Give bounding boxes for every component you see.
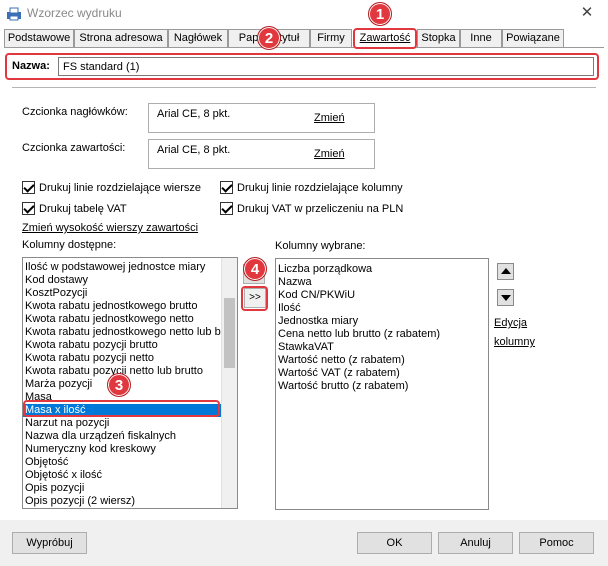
list-item[interactable]: Kwota rabatu pozycji netto bbox=[23, 352, 237, 365]
checkbox-label: Drukuj VAT w przeliczeniu na PLN bbox=[237, 202, 404, 215]
list-item[interactable]: Wartość brutto (z rabatem) bbox=[276, 380, 488, 393]
list-item[interactable]: Opis pozycji (2 wiersz) bbox=[23, 495, 237, 508]
checkbox[interactable] bbox=[220, 202, 233, 215]
chosen-columns-list[interactable]: Liczba porządkowa Nazwa Kod CN/PKWiU Ilo… bbox=[275, 258, 489, 510]
try-button[interactable]: Wypróbuj bbox=[12, 532, 87, 554]
checkbox-label: Drukuj linie rozdzielające kolumny bbox=[237, 181, 403, 194]
list-item[interactable]: KosztPozycji bbox=[23, 287, 237, 300]
header-font-value: Arial CE, 8 pkt. bbox=[157, 108, 231, 120]
list-item[interactable]: Liczba porządkowa bbox=[276, 263, 488, 276]
scrollbar-thumb[interactable] bbox=[224, 298, 235, 368]
list-item[interactable]: Wartość VAT (z rabatem) bbox=[276, 367, 488, 380]
triangle-up-icon bbox=[500, 268, 511, 274]
tab-podstawowe[interactable]: Podstawowe bbox=[4, 29, 74, 47]
selected-item-highlight bbox=[23, 400, 220, 417]
checkbox-label: Drukuj tabelę VAT bbox=[39, 202, 127, 215]
checkbox[interactable] bbox=[22, 202, 35, 215]
content-font-change-link[interactable]: Zmień bbox=[314, 148, 345, 160]
list-item[interactable]: Objętość x ilość bbox=[23, 469, 237, 482]
list-item[interactable]: Ilość w podstawowej jednostce miary bbox=[23, 261, 237, 274]
list-item[interactable]: Numeryczny kod kreskowy bbox=[23, 443, 237, 456]
list-item[interactable]: StawkaVAT bbox=[276, 341, 488, 354]
tab-strona-adresowa[interactable]: Strona adresowa bbox=[74, 29, 168, 47]
tab-inne[interactable]: Inne bbox=[460, 29, 502, 47]
tab-stopka[interactable]: Stopka bbox=[417, 29, 460, 47]
tab-firmy[interactable]: Firmy bbox=[310, 29, 352, 47]
tab-strip: Podstawowe Strona adresowa Nagłówek Papi… bbox=[4, 28, 604, 49]
list-item[interactable]: Objętość bbox=[23, 456, 237, 469]
close-icon[interactable]: ✕ bbox=[574, 2, 600, 24]
list-item[interactable]: Ilość bbox=[276, 302, 488, 315]
content-font-label: Czcionka zawartości: bbox=[22, 142, 126, 154]
move-down-button[interactable] bbox=[497, 289, 514, 306]
checkbox[interactable] bbox=[22, 181, 35, 194]
header-font-label: Czcionka nagłówków: bbox=[22, 106, 128, 118]
help-button[interactable]: Pomoc bbox=[519, 532, 594, 554]
checkbox-vat-pln[interactable]: Drukuj VAT w przeliczeniu na PLN bbox=[220, 202, 403, 215]
checkbox-row-lines[interactable]: Drukuj linie rozdzielające wiersze bbox=[22, 181, 201, 194]
header-font-box: Arial CE, 8 pkt. Zmień bbox=[148, 103, 375, 133]
checkbox-column-lines[interactable]: Drukuj linie rozdzielające kolumny bbox=[220, 181, 403, 194]
cancel-button[interactable]: Anuluj bbox=[438, 532, 513, 554]
window-title: Wzorzec wydruku bbox=[27, 6, 122, 20]
list-item[interactable]: Kod CN/PKWiU bbox=[276, 289, 488, 302]
list-item[interactable]: Jednostka miary bbox=[276, 315, 488, 328]
callout-badge-1: 1 bbox=[368, 2, 392, 26]
list-item[interactable]: Kwota rabatu pozycji netto lub brutto bbox=[23, 365, 237, 378]
ok-button[interactable]: OK bbox=[357, 532, 432, 554]
checkbox-vat-table[interactable]: Drukuj tabelę VAT bbox=[22, 202, 127, 215]
content-font-box: Arial CE, 8 pkt. Zmień bbox=[148, 139, 375, 169]
list-item[interactable]: Kod dostawy bbox=[23, 274, 237, 287]
edit-column-link-line1[interactable]: Edycja bbox=[494, 317, 527, 329]
name-label: Nazwa: bbox=[12, 60, 50, 72]
name-input[interactable] bbox=[58, 57, 594, 76]
list-item[interactable]: Nazwa dla urządzeń fiskalnych bbox=[23, 430, 237, 443]
list-item[interactable]: Wartość netto (z rabatem) bbox=[276, 354, 488, 367]
chosen-columns-label: Kolumny wybrane: bbox=[275, 240, 366, 252]
list-item[interactable]: Nazwa bbox=[276, 276, 488, 289]
header-font-change-link[interactable]: Zmień bbox=[314, 112, 345, 124]
tab-zawartosc[interactable]: Zawartość bbox=[353, 28, 417, 49]
content-font-value: Arial CE, 8 pkt. bbox=[157, 144, 231, 156]
checkbox[interactable] bbox=[220, 181, 233, 194]
list-item[interactable]: Cena netto lub brutto (z rabatem) bbox=[276, 328, 488, 341]
callout-badge-3: 3 bbox=[107, 373, 131, 397]
scrollbar[interactable] bbox=[221, 258, 237, 508]
list-item[interactable]: Kwota rabatu jednostkowego netto lub bru… bbox=[23, 326, 237, 339]
add-button-highlight bbox=[241, 286, 268, 311]
move-up-button[interactable] bbox=[497, 263, 514, 280]
printer-template-icon bbox=[7, 7, 21, 21]
callout-badge-4: 4 bbox=[243, 257, 267, 281]
list-item[interactable]: Opis pozycji bbox=[23, 482, 237, 495]
callout-badge-2: 2 bbox=[257, 26, 281, 50]
list-item[interactable]: Narzut na pozycji bbox=[23, 417, 237, 430]
edit-column-link-line2[interactable]: kolumny bbox=[494, 336, 535, 348]
checkbox-label: Drukuj linie rozdzielające wiersze bbox=[39, 181, 202, 194]
separator bbox=[12, 87, 596, 88]
available-columns-label: Kolumny dostępne: bbox=[22, 239, 117, 251]
list-item[interactable]: Kwota rabatu jednostkowego netto bbox=[23, 313, 237, 326]
row-height-link[interactable]: Zmień wysokość wierszy zawartości bbox=[22, 222, 198, 234]
list-item[interactable]: Kwota rabatu jednostkowego brutto bbox=[23, 300, 237, 313]
tab-naglowek[interactable]: Nagłówek bbox=[168, 29, 228, 47]
triangle-down-icon bbox=[500, 295, 511, 301]
button-bar bbox=[0, 520, 608, 566]
list-item[interactable]: Kwota rabatu pozycji brutto bbox=[23, 339, 237, 352]
tab-powiazane[interactable]: Powiązane bbox=[502, 29, 564, 47]
